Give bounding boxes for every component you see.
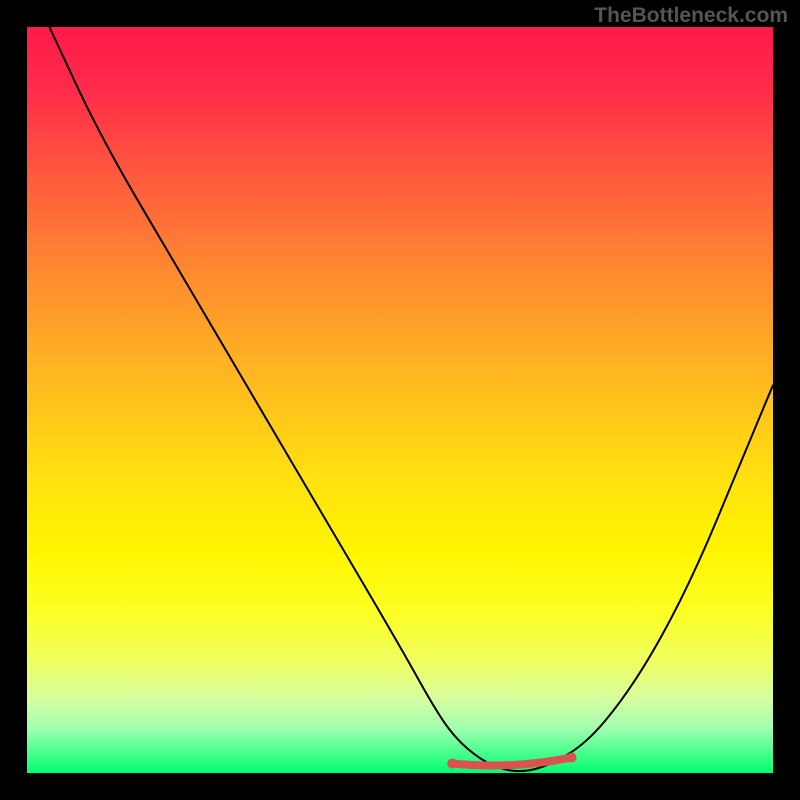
watermark-text: TheBottleneck.com <box>594 4 788 28</box>
optimal-range-start-dot <box>447 759 457 769</box>
optimal-range-marker <box>452 758 571 766</box>
bottleneck-curve-line <box>49 27 773 771</box>
optimal-range-end-dot <box>567 753 577 763</box>
chart-svg <box>27 27 773 773</box>
